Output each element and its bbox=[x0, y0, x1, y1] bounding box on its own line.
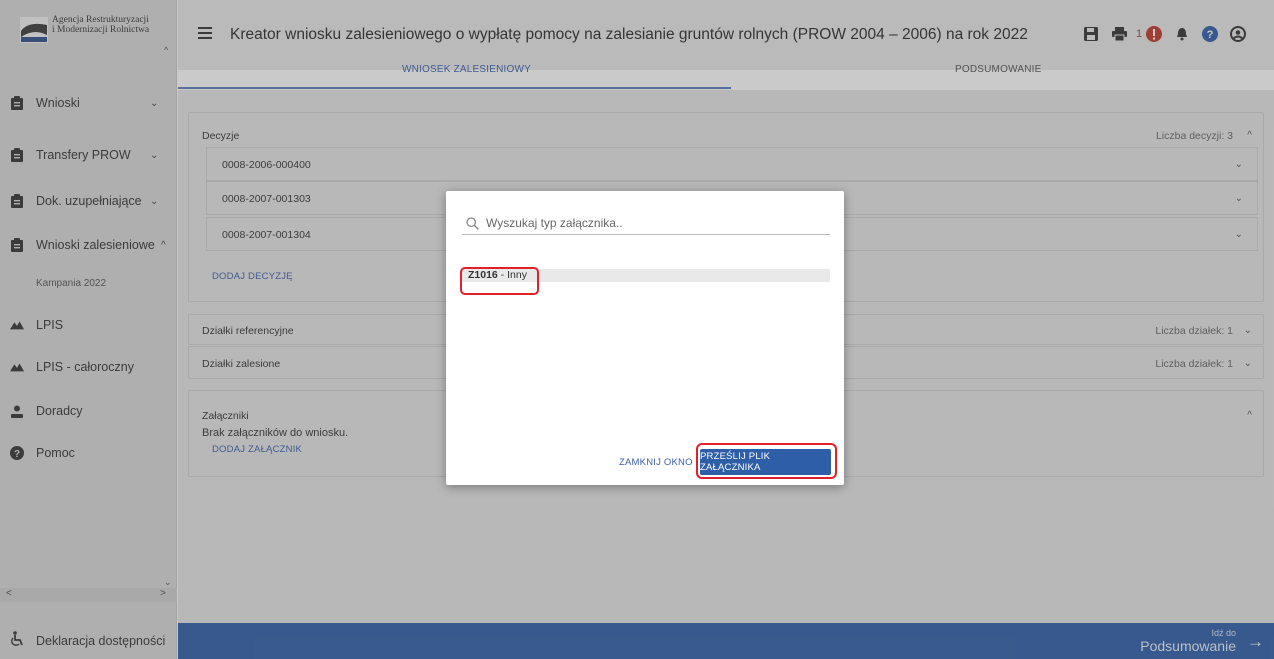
attachment-type-dialog: Z1016 - Inny ZAMKNIJ OKNO PRZEŚLIJ PLIK … bbox=[446, 191, 844, 485]
attachment-search-input[interactable] bbox=[486, 213, 826, 233]
highlight-send-annotation bbox=[696, 443, 837, 479]
close-dialog-button[interactable]: ZAMKNIJ OKNO bbox=[619, 457, 693, 468]
search-icon bbox=[466, 217, 479, 230]
highlight-result-annotation bbox=[460, 267, 539, 295]
search-field bbox=[462, 213, 830, 235]
